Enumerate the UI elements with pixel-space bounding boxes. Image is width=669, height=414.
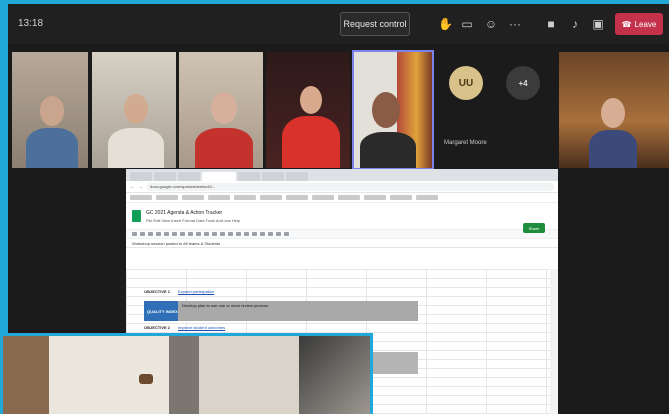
leave-label: Leave <box>634 19 657 29</box>
avatar: UU <box>449 66 483 100</box>
sheet-side-panel <box>550 269 558 414</box>
participant-name: Margaret Moore <box>444 140 487 146</box>
bookmarks-bar <box>126 193 558 203</box>
meeting-toolbar: 13:18 Request control ✋ ▭ ☺ ··· ■ ♪ ▣ ☎ … <box>8 4 669 44</box>
camera-icon[interactable]: ■ <box>544 16 558 32</box>
mic-icon[interactable]: ♪ <box>568 16 582 32</box>
participant-video-3[interactable] <box>179 52 263 168</box>
browser-tab-active <box>202 172 236 181</box>
participant-video-6[interactable] <box>559 52 669 168</box>
request-control-button[interactable]: Request control <box>340 12 410 36</box>
browser-address-bar: ← → docs.google.com/spreadsheets/d/1... <box>126 181 558 193</box>
leave-button[interactable]: ☎ Leave <box>615 13 663 35</box>
sheet-share-button: Share <box>523 223 545 233</box>
highlighted-cell: QUALITY INDEX <box>144 301 178 321</box>
participant-video-2[interactable] <box>92 52 176 168</box>
sheet-header: GC 2021 Agenda & Action Tracker File Edi… <box>126 203 558 229</box>
url-field: docs.google.com/spreadsheets/d/1... <box>146 182 554 191</box>
grey-merged-cell: Develop plan to use one or more review p… <box>178 301 418 321</box>
phone-icon: ☎ <box>621 19 632 29</box>
formula-bar: Workshop session posted to All teams & S… <box>126 239 558 248</box>
sheet-row: OBJECTIVE 2 Improve student outcomes <box>144 325 226 330</box>
participant-video-4[interactable] <box>266 52 350 168</box>
self-video-preview[interactable] <box>0 333 373 414</box>
forward-arrow-icon: → <box>138 183 143 190</box>
chat-icon[interactable]: ▭ <box>460 16 474 32</box>
share-tray-icon[interactable]: ▣ <box>591 16 605 32</box>
sheet-menu: File Edit View Insert Format Data Tools … <box>146 217 241 223</box>
meeting-timer: 13:18 <box>18 18 44 29</box>
browser-tab-strip <box>126 169 558 181</box>
sheet-title: GC 2021 Agenda & Action Tracker <box>146 209 223 216</box>
sheet-row: OBJECTIVE 1 Expand participation <box>144 289 215 294</box>
participant-video-1[interactable] <box>12 52 88 168</box>
participant-avatar-tile[interactable]: UU Margaret Moore <box>436 52 496 168</box>
more-icon[interactable]: ··· <box>508 16 522 32</box>
overflow-participants-tile[interactable]: +4 <box>500 52 556 168</box>
participant-video-5-active-speaker[interactable] <box>352 50 434 170</box>
sheets-logo-icon <box>132 210 141 222</box>
back-arrow-icon: ← <box>130 183 135 190</box>
sheet-toolbar <box>126 229 558 239</box>
people-icon[interactable]: ☺ <box>484 16 498 32</box>
overflow-count-badge: +4 <box>506 66 540 100</box>
raise-hand-icon[interactable]: ✋ <box>438 16 453 32</box>
